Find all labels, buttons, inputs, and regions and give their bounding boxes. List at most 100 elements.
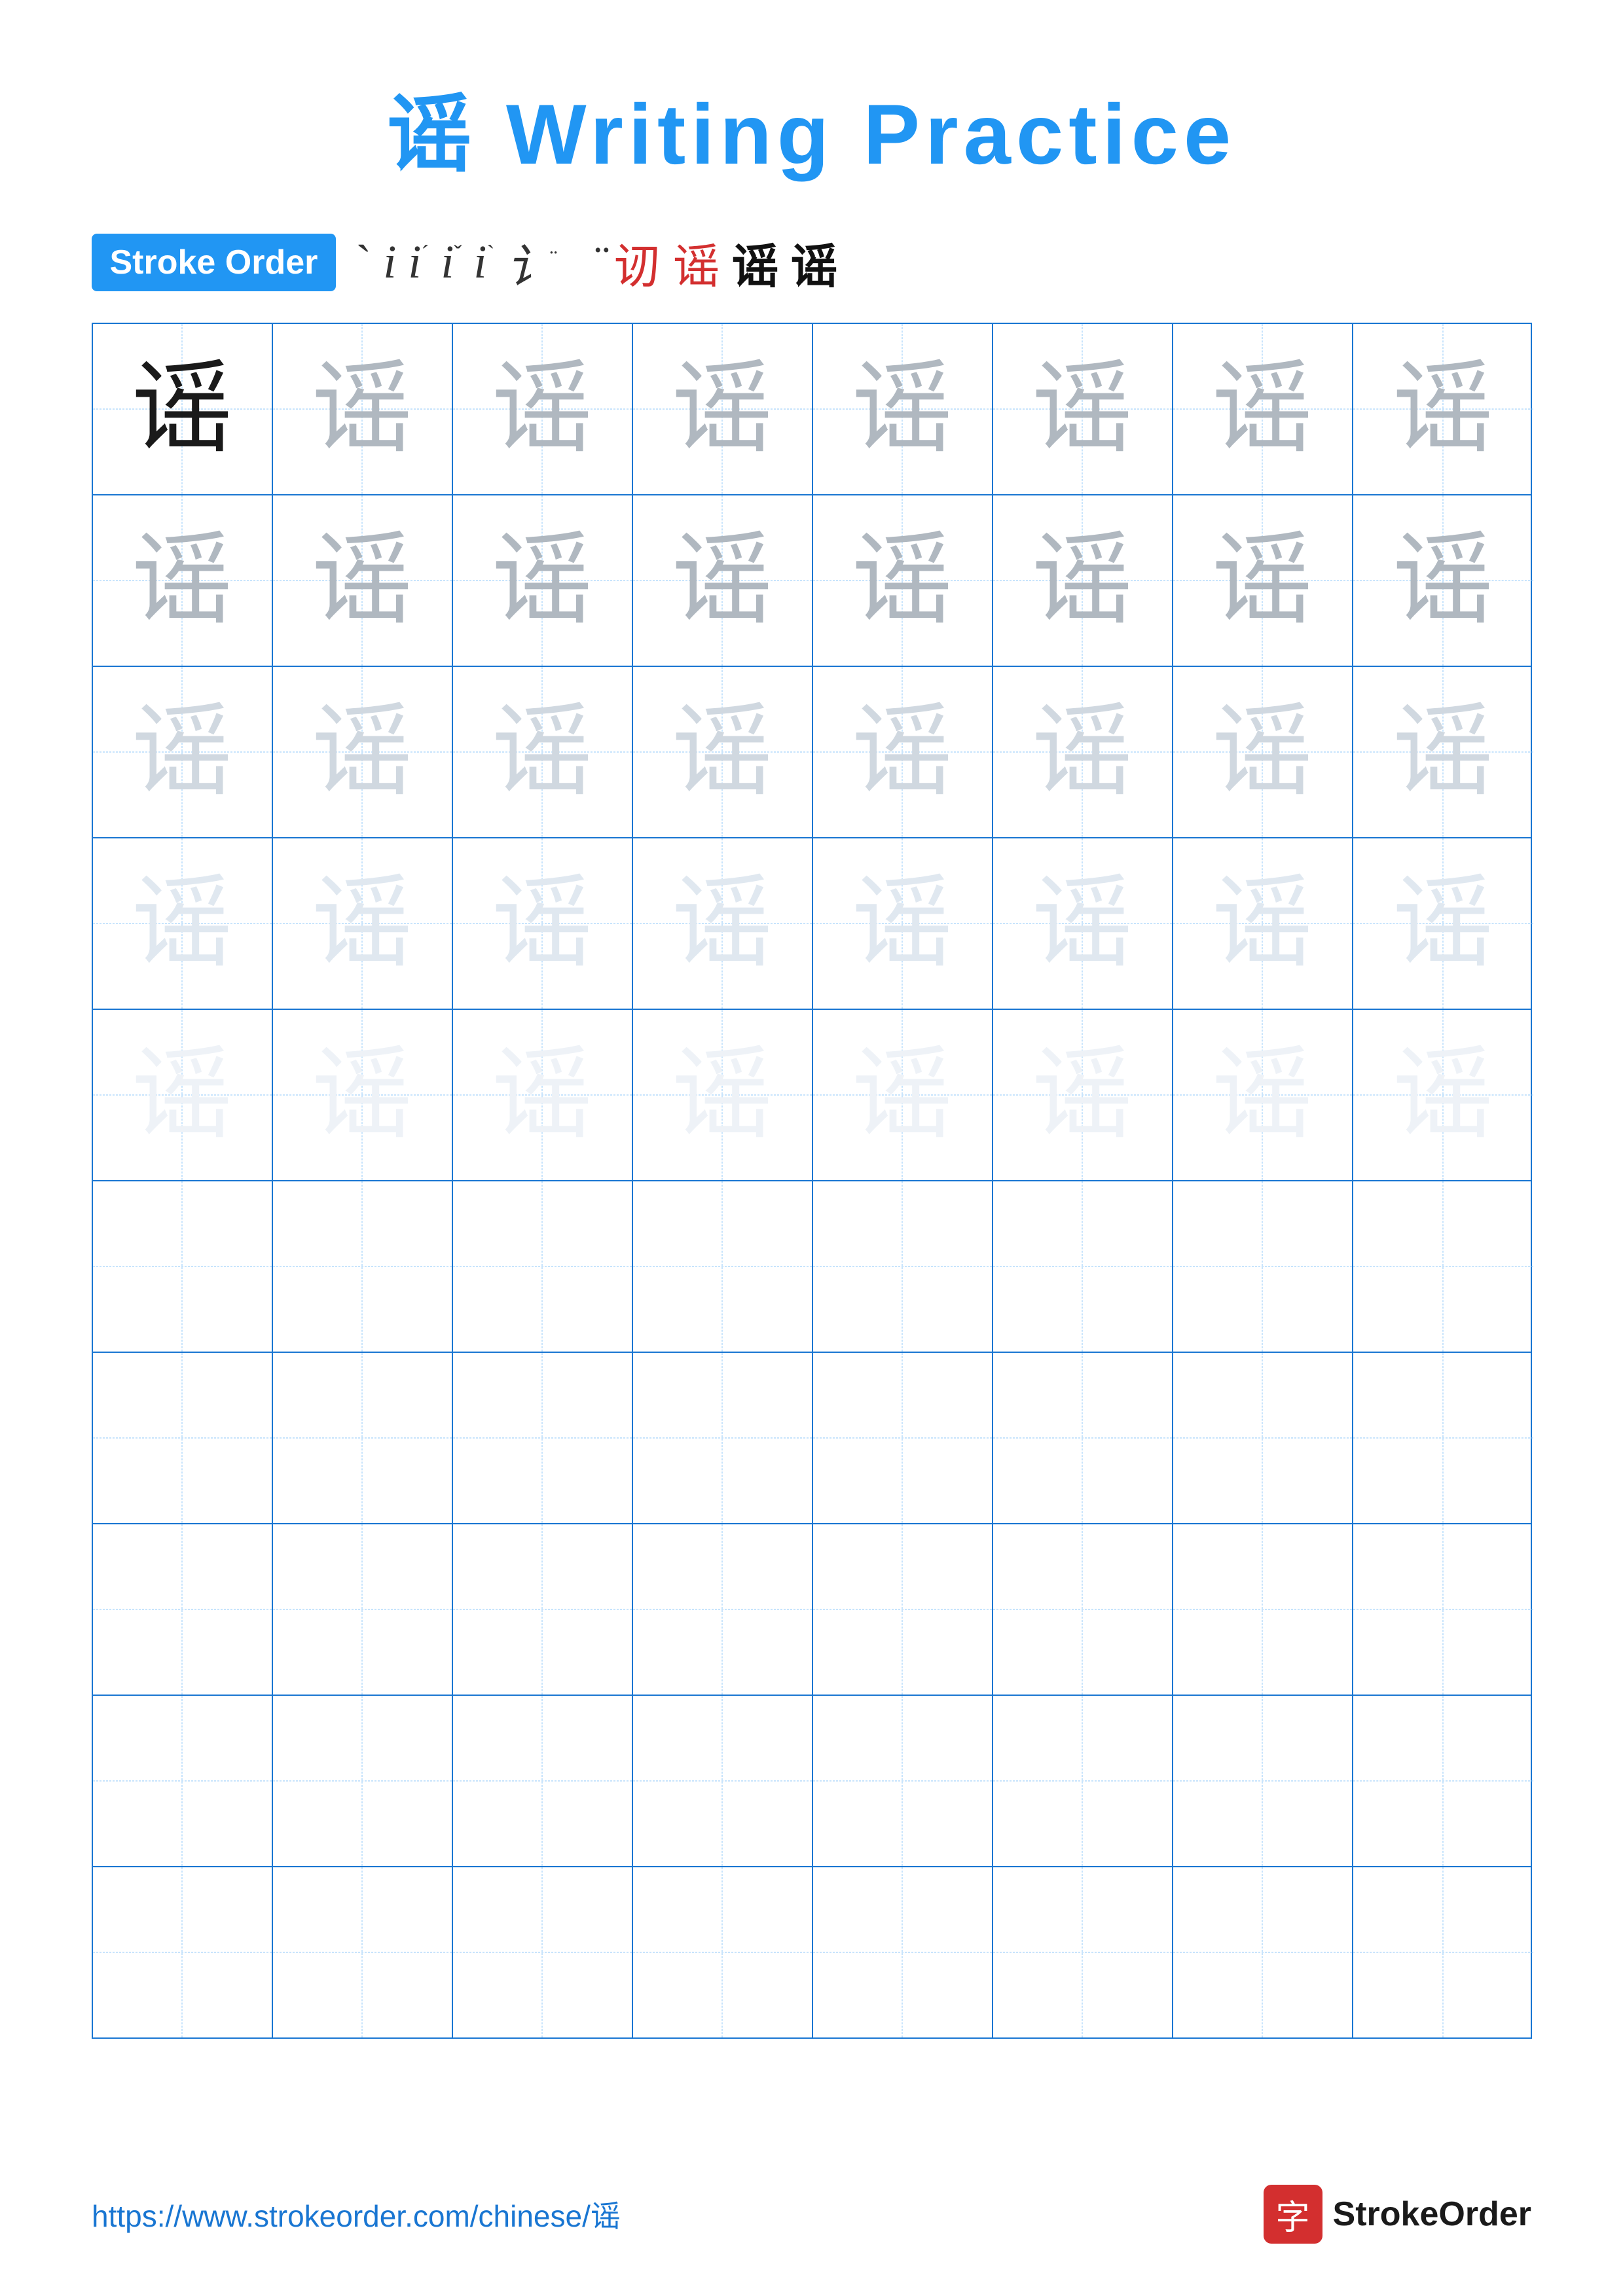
cell-7-3[interactable] bbox=[453, 1353, 633, 1523]
char-2-8: 谣 bbox=[1393, 530, 1494, 632]
char-1-8: 谣 bbox=[1393, 359, 1494, 460]
char-2-7: 谣 bbox=[1212, 530, 1313, 632]
cell-2-2: 谣 bbox=[273, 495, 453, 666]
cell-9-3[interactable] bbox=[453, 1696, 633, 1866]
char-3-2: 谣 bbox=[312, 702, 413, 803]
char-5-2: 谣 bbox=[312, 1045, 413, 1146]
cell-7-6[interactable] bbox=[993, 1353, 1173, 1523]
cell-8-6[interactable] bbox=[993, 1524, 1173, 1695]
cell-9-8[interactable] bbox=[1353, 1696, 1533, 1866]
cell-9-5[interactable] bbox=[813, 1696, 993, 1866]
char-2-4: 谣 bbox=[672, 530, 773, 632]
char-1-3: 谣 bbox=[492, 359, 593, 460]
cell-10-8[interactable] bbox=[1353, 1867, 1533, 2037]
char-4-5: 谣 bbox=[852, 873, 953, 975]
cell-7-5[interactable] bbox=[813, 1353, 993, 1523]
cell-9-6[interactable] bbox=[993, 1696, 1173, 1866]
cell-8-2[interactable] bbox=[273, 1524, 453, 1695]
cell-3-6: 谣 bbox=[993, 667, 1173, 837]
cell-10-6[interactable] bbox=[993, 1867, 1173, 2037]
cell-10-1[interactable] bbox=[93, 1867, 273, 2037]
cell-2-6: 谣 bbox=[993, 495, 1173, 666]
cell-5-2: 谣 bbox=[273, 1010, 453, 1180]
char-4-6: 谣 bbox=[1032, 873, 1133, 975]
cell-3-1: 谣 bbox=[93, 667, 273, 837]
cell-2-4: 谣 bbox=[633, 495, 813, 666]
cell-5-8: 谣 bbox=[1353, 1010, 1533, 1180]
cell-10-4[interactable] bbox=[633, 1867, 813, 2037]
cell-6-3[interactable] bbox=[453, 1181, 633, 1352]
cell-6-8[interactable] bbox=[1353, 1181, 1533, 1352]
char-2-1: 谣 bbox=[132, 530, 233, 632]
char-1-1: 谣 bbox=[132, 359, 233, 460]
cell-6-5[interactable] bbox=[813, 1181, 993, 1352]
char-5-4: 谣 bbox=[672, 1045, 773, 1146]
step-8: 讱 bbox=[613, 228, 661, 296]
cell-10-5[interactable] bbox=[813, 1867, 993, 2037]
step-2: i bbox=[383, 235, 396, 289]
cell-8-3[interactable] bbox=[453, 1524, 633, 1695]
cell-8-1[interactable] bbox=[93, 1524, 273, 1695]
cell-3-5: 谣 bbox=[813, 667, 993, 837]
cell-7-7[interactable] bbox=[1173, 1353, 1353, 1523]
strokeorder-icon: 字 bbox=[1264, 2185, 1322, 2244]
cell-1-8: 谣 bbox=[1353, 324, 1533, 494]
cell-1-2: 谣 bbox=[273, 324, 453, 494]
logo-char: 字 bbox=[1276, 2190, 1310, 2239]
cell-2-7: 谣 bbox=[1173, 495, 1353, 666]
char-2-6: 谣 bbox=[1032, 530, 1133, 632]
step-7: 讠̈ bbox=[565, 235, 602, 289]
cell-3-3: 谣 bbox=[453, 667, 633, 837]
char-2-3: 谣 bbox=[492, 530, 593, 632]
stroke-steps: ` i iˊ iˇ iˋ 讠̈ 讠̈ 讱 谣 谣 谣 bbox=[356, 228, 837, 296]
char-1-7: 谣 bbox=[1212, 359, 1313, 460]
char-4-7: 谣 bbox=[1212, 873, 1313, 975]
cell-8-8[interactable] bbox=[1353, 1524, 1533, 1695]
cell-6-6[interactable] bbox=[993, 1181, 1173, 1352]
char-1-5: 谣 bbox=[852, 359, 953, 460]
cell-8-5[interactable] bbox=[813, 1524, 993, 1695]
cell-9-4[interactable] bbox=[633, 1696, 813, 1866]
cell-1-4: 谣 bbox=[633, 324, 813, 494]
cell-5-1: 谣 bbox=[93, 1010, 273, 1180]
footer-url[interactable]: https://www.strokeorder.com/chinese/谣 bbox=[92, 2193, 621, 2236]
cell-7-1[interactable] bbox=[93, 1353, 273, 1523]
page-title: 谣 Writing Practice bbox=[387, 65, 1236, 188]
grid-row-2: 谣 谣 谣 谣 谣 谣 谣 谣 bbox=[93, 495, 1531, 667]
char-5-1: 谣 bbox=[132, 1045, 233, 1146]
cell-7-8[interactable] bbox=[1353, 1353, 1533, 1523]
cell-8-7[interactable] bbox=[1173, 1524, 1353, 1695]
cell-6-7[interactable] bbox=[1173, 1181, 1353, 1352]
cell-10-3[interactable] bbox=[453, 1867, 633, 2037]
cell-1-3: 谣 bbox=[453, 324, 633, 494]
title-text: Writing Practice bbox=[506, 86, 1236, 182]
stroke-order-badge: Stroke Order bbox=[92, 234, 337, 291]
cell-6-4[interactable] bbox=[633, 1181, 813, 1352]
cell-5-5: 谣 bbox=[813, 1010, 993, 1180]
char-3-1: 谣 bbox=[132, 702, 233, 803]
cell-1-6: 谣 bbox=[993, 324, 1173, 494]
cell-1-5: 谣 bbox=[813, 324, 993, 494]
cell-4-1: 谣 bbox=[93, 838, 273, 1009]
practice-grid: 谣 谣 谣 谣 谣 谣 谣 谣 谣 谣 谣 谣 谣 谣 谣 谣 谣 谣 谣 谣 … bbox=[92, 323, 1532, 2039]
cell-3-4: 谣 bbox=[633, 667, 813, 837]
cell-9-7[interactable] bbox=[1173, 1696, 1353, 1866]
stroke-order-row: Stroke Order ` i iˊ iˇ iˋ 讠̈ 讠̈ 讱 谣 谣 谣 bbox=[92, 228, 1532, 296]
cell-10-7[interactable] bbox=[1173, 1867, 1353, 2037]
cell-4-8: 谣 bbox=[1353, 838, 1533, 1009]
char-1-2: 谣 bbox=[312, 359, 413, 460]
cell-5-4: 谣 bbox=[633, 1010, 813, 1180]
step-4: iˇ bbox=[441, 235, 462, 289]
cell-7-2[interactable] bbox=[273, 1353, 453, 1523]
cell-8-4[interactable] bbox=[633, 1524, 813, 1695]
cell-6-2[interactable] bbox=[273, 1181, 453, 1352]
cell-3-2: 谣 bbox=[273, 667, 453, 837]
cell-10-2[interactable] bbox=[273, 1867, 453, 2037]
cell-6-1[interactable] bbox=[93, 1181, 273, 1352]
cell-9-1[interactable] bbox=[93, 1696, 273, 1866]
step-1: ` bbox=[356, 235, 371, 289]
char-4-4: 谣 bbox=[672, 873, 773, 975]
cell-9-2[interactable] bbox=[273, 1696, 453, 1866]
cell-2-3: 谣 bbox=[453, 495, 633, 666]
cell-7-4[interactable] bbox=[633, 1353, 813, 1523]
